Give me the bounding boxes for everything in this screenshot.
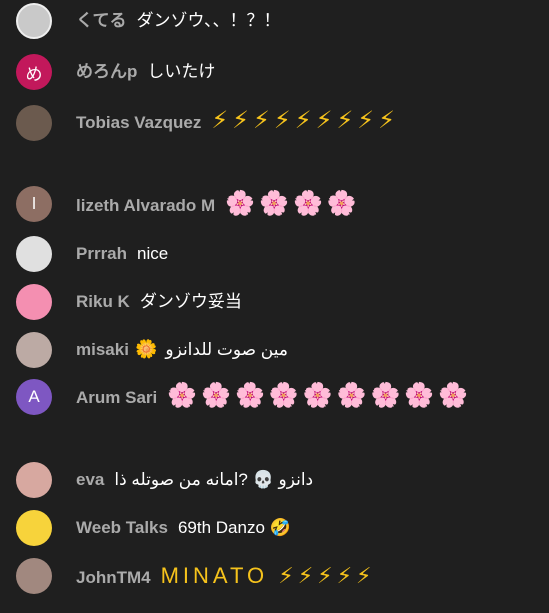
chat-message: eva دانزو 💀 ?امانه من صوتله ذا: [16, 462, 531, 501]
chat-message: JohnTM4 MINATO ⚡⚡⚡⚡⚡: [16, 558, 531, 599]
message-text: nice: [137, 244, 169, 263]
avatar[interactable]: [16, 105, 52, 141]
chat-message: misaki 🌼 مين صوت للدانزو: [16, 332, 531, 371]
message-body: Prrrah nice: [76, 233, 531, 275]
message-text: ダンゾウ、、！？！: [136, 11, 281, 30]
author-name[interactable]: くてる: [76, 11, 127, 30]
author-name[interactable]: Riku K: [76, 292, 130, 311]
message-body: めろんp しいたけ: [76, 51, 531, 93]
message-text: しいたけ: [147, 62, 216, 81]
message-text: MINATO ⚡⚡⚡⚡⚡: [160, 563, 376, 588]
message-body: くてる ダンゾウ、、！？！: [76, 0, 531, 42]
message-text: 69th Danzo 🤣: [177, 518, 291, 537]
author-name[interactable]: misaki: [76, 340, 129, 359]
author-name[interactable]: めろんp: [76, 62, 137, 81]
message-text: 🌸🌸🌸🌸🌸🌸🌸🌸🌸: [167, 382, 473, 409]
chat-message: くてる ダンゾウ、、！？！: [16, 3, 531, 42]
author-name[interactable]: Tobias Vazquez: [76, 113, 201, 132]
chat-message: A Arum Sari 🌸🌸🌸🌸🌸🌸🌸🌸🌸: [16, 377, 531, 417]
flower-badge-icon: 🌼: [134, 339, 158, 360]
author-name[interactable]: lizeth Alvarado M: [76, 196, 215, 215]
avatar[interactable]: [16, 510, 52, 546]
avatar[interactable]: [16, 284, 52, 320]
message-body: lizeth Alvarado M 🌸🌸🌸🌸: [76, 183, 531, 227]
message-body: misaki 🌼 مين صوت للدانزو: [76, 329, 531, 371]
avatar[interactable]: l: [16, 186, 52, 222]
avatar[interactable]: め: [16, 54, 52, 90]
chat-message: Tobias Vazquez ⚡⚡⚡⚡⚡⚡⚡⚡⚡: [16, 101, 531, 143]
avatar[interactable]: [16, 462, 52, 498]
message-body: Weeb Talks 69th Danzo 🤣: [76, 507, 531, 549]
message-text: دانزو 💀 ?امانه من صوتله ذا: [114, 470, 314, 489]
live-chat-list: くてる ダンゾウ、、！？！ め めろんp しいたけ Tobias Vazquez ⚡⚡…: [0, 0, 549, 613]
chat-message: め めろんp しいたけ: [16, 54, 531, 93]
message-body: eva دانزو 💀 ?امانه من صوتله ذا: [76, 459, 531, 501]
chat-message: l lizeth Alvarado M 🌸🌸🌸🌸: [16, 186, 531, 227]
message-text: ⚡⚡⚡⚡⚡⚡⚡⚡⚡: [211, 107, 399, 134]
avatar[interactable]: [16, 558, 52, 594]
author-name[interactable]: Prrrah: [76, 244, 127, 263]
message-text: مين صوت للدانزو: [165, 340, 288, 359]
avatar[interactable]: [16, 236, 52, 272]
message-text: 🌸🌸🌸🌸: [225, 190, 361, 217]
message-body: Arum Sari 🌸🌸🌸🌸🌸🌸🌸🌸🌸: [76, 377, 531, 417]
chat-message: Prrrah nice: [16, 236, 531, 275]
chat-message: Riku K ダンゾウ妥当: [16, 284, 531, 323]
author-name[interactable]: Arum Sari: [76, 388, 157, 407]
avatar[interactable]: [16, 3, 52, 39]
message-body: JohnTM4 MINATO ⚡⚡⚡⚡⚡: [76, 555, 531, 599]
message-text: ダンゾウ妥当: [139, 292, 242, 311]
chat-message: Weeb Talks 69th Danzo 🤣: [16, 510, 531, 549]
avatar[interactable]: A: [16, 379, 52, 415]
message-body: Tobias Vazquez ⚡⚡⚡⚡⚡⚡⚡⚡⚡: [76, 101, 531, 143]
message-body: Riku K ダンゾウ妥当: [76, 281, 531, 323]
author-name[interactable]: eva: [76, 470, 104, 489]
avatar[interactable]: [16, 332, 52, 368]
author-name[interactable]: JohnTM4: [76, 568, 151, 587]
author-name[interactable]: Weeb Talks: [76, 518, 168, 537]
